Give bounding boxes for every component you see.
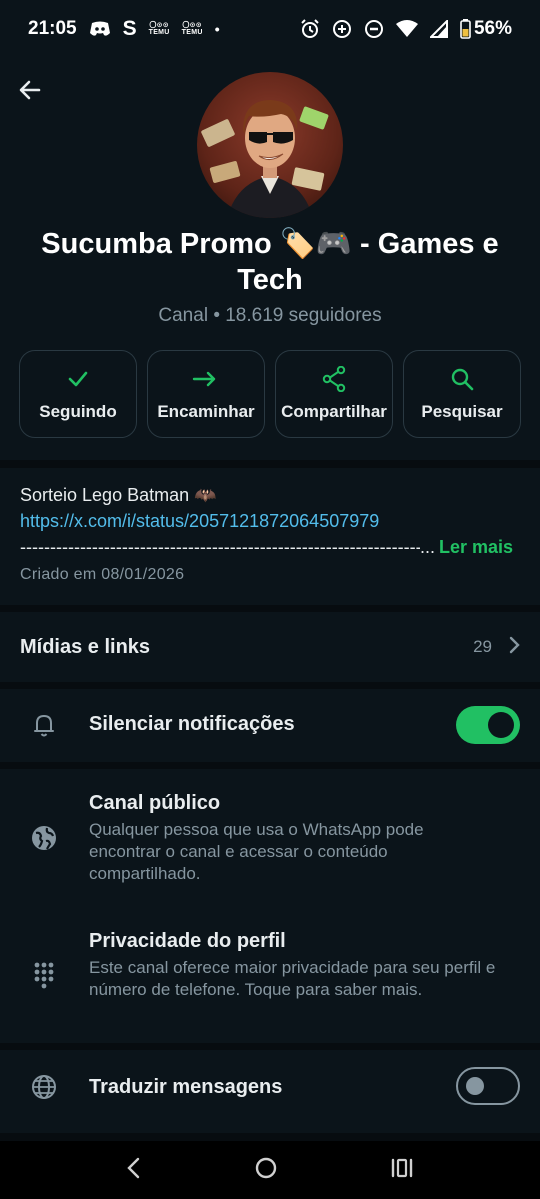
share-icon [322, 366, 346, 392]
chevron-right-icon [508, 636, 520, 659]
battery-percent: 56% [473, 18, 512, 39]
status-bar: 21:05 S 〇⊙⊙ TEMU 〇⊙⊙ TEMU • 56% [0, 0, 540, 58]
translate-toggle[interactable] [456, 1067, 520, 1105]
globe-icon [30, 1073, 58, 1101]
profile-privacy-text: Privacidade do perfil Este canal oferece… [89, 930, 499, 1001]
channel-info-screen: 21:05 S 〇⊙⊙ TEMU 〇⊙⊙ TEMU • 56% Sucumba … [0, 0, 540, 1199]
dialpad-icon [30, 962, 58, 990]
temu-icon: 〇⊙⊙ TEMU [148, 22, 170, 36]
translate-messages-row[interactable]: Traduzir mensagens [0, 1050, 540, 1126]
nav-back-button[interactable] [126, 1157, 142, 1184]
description-text: Sorteio Lego Batman 🦇 [20, 485, 217, 505]
status-left: 21:05 S 〇⊙⊙ TEMU 〇⊙⊙ TEMU • [28, 17, 220, 41]
following-button[interactable]: Seguindo [19, 350, 137, 438]
forward-label: Encaminhar [157, 402, 255, 421]
channel-meta: Canal • 18.619 seguidores [158, 305, 382, 326]
share-button[interactable]: Compartilhar [275, 350, 393, 438]
battery-icon [460, 19, 471, 39]
status-time: 21:05 [28, 18, 77, 39]
s-app-icon: S [122, 17, 137, 40]
description-dashes-line: ----------------------------------------… [20, 534, 520, 560]
following-label: Seguindo [39, 402, 117, 421]
channel-avatar[interactable] [197, 72, 343, 218]
toggle-knob [466, 1077, 484, 1095]
forward-button[interactable]: Encaminhar [147, 350, 265, 438]
bell-icon [30, 711, 58, 739]
media-links-row[interactable]: Mídias e links 29 [0, 612, 540, 682]
translate-messages-label: Traduzir mensagens [89, 1076, 283, 1098]
globe-filled-icon [30, 824, 58, 852]
media-links-count: 29 [473, 637, 492, 656]
mute-notifications-label: Silenciar notificações [89, 713, 295, 735]
public-channel-subtitle: Qualquer pessoa que usa o WhatsApp pode … [89, 820, 424, 883]
profile-privacy-row[interactable]: Privacidade do perfil Este canal oferece… [0, 918, 540, 1028]
section-divider [0, 762, 540, 769]
section-divider [0, 1133, 540, 1141]
discord-icon [89, 21, 111, 37]
search-icon [450, 366, 474, 392]
description-link[interactable]: https://x.com/i/status/20571218720645079… [20, 508, 520, 534]
avatar-image [201, 100, 329, 218]
read-more-link[interactable]: Ler mais [439, 534, 513, 560]
profile-privacy-subtitle: Este canal oferece maior privacidade par… [89, 958, 496, 999]
wifi-icon [395, 20, 418, 38]
share-label: Compartilhar [281, 402, 387, 421]
section-divider [0, 1043, 540, 1050]
search-button[interactable]: Pesquisar [403, 350, 521, 438]
data-saver-icon [332, 19, 352, 39]
action-buttons: Seguindo Encaminhar Compartilhar Pesquis… [19, 350, 521, 438]
section-divider [0, 460, 540, 468]
media-links-title: Mídias e links [20, 635, 151, 658]
channel-name: Sucumba Promo 🏷️🎮 - Games e Tech [41, 228, 499, 296]
public-channel-text: Canal público Qualquer pessoa que usa o … [89, 792, 489, 885]
check-icon [66, 366, 90, 392]
public-channel-row[interactable]: Canal público Qualquer pessoa que usa o … [0, 780, 540, 890]
system-nav-bar [0, 1141, 540, 1199]
nav-home-icon [255, 1157, 277, 1178]
description-ellipsis: ... [420, 537, 436, 557]
battery-indicator: 56% [460, 18, 512, 40]
nav-recents-icon [391, 1158, 413, 1177]
profile-privacy-title: Privacidade do perfil [89, 930, 286, 952]
back-arrow-icon [19, 80, 41, 100]
search-label: Pesquisar [421, 402, 503, 421]
nav-home-button[interactable] [254, 1156, 278, 1185]
alarm-icon [300, 19, 320, 39]
mute-notifications-row[interactable]: Silenciar notificações [0, 689, 540, 761]
mute-toggle[interactable] [456, 706, 520, 744]
description-dashes: ----------------------------------------… [20, 537, 420, 557]
status-right: 56% [300, 18, 512, 40]
back-button[interactable] [14, 74, 46, 106]
signal-icon [429, 20, 448, 38]
channel-description: Sorteio Lego Batman 🦇 https://x.com/i/st… [20, 482, 520, 560]
toggle-knob [488, 712, 514, 738]
dnd-icon [364, 19, 384, 39]
section-divider [0, 605, 540, 612]
public-channel-title: Canal público [89, 792, 221, 814]
nav-back-icon [127, 1157, 140, 1178]
nav-recents-button[interactable] [390, 1157, 414, 1184]
section-divider [0, 682, 540, 689]
created-date: Criado em 08/01/2026 [20, 566, 185, 583]
temu-icon: 〇⊙⊙ TEMU [181, 22, 203, 36]
forward-icon [192, 366, 220, 392]
notification-dot: • [214, 21, 220, 37]
